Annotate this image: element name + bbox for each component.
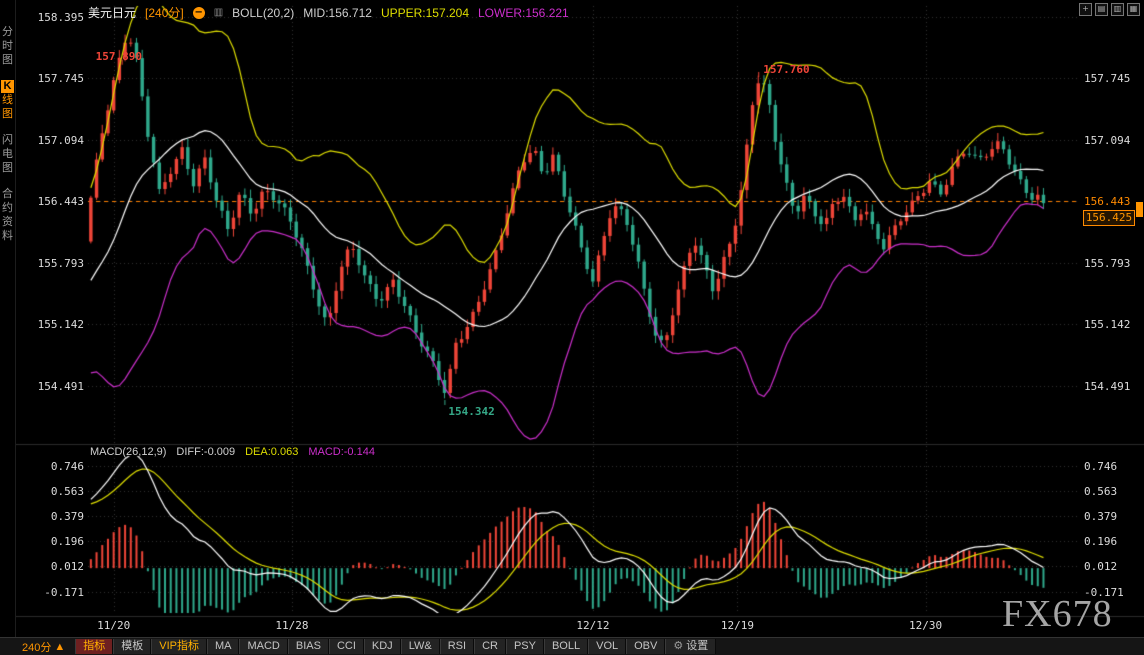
sidebar-item-char: 闪 bbox=[1, 134, 14, 147]
toolbar-tab-BOLL[interactable]: BOLL bbox=[544, 639, 588, 654]
macd-name: MACD(26,12,9) bbox=[90, 446, 166, 458]
window-icons: +▤▥▦ bbox=[1079, 3, 1140, 16]
toolbar-tab-模板[interactable]: 模板 bbox=[113, 639, 151, 654]
indicator-style-icon: ▥ bbox=[214, 7, 223, 18]
toolbar-tab-CR[interactable]: CR bbox=[474, 639, 506, 654]
toolbar-tab-OBV[interactable]: OBV bbox=[626, 639, 665, 654]
add-window-icon[interactable]: + bbox=[1079, 3, 1092, 16]
chart-canvas[interactable] bbox=[0, 0, 1144, 655]
macd-diff-value: DIFF:-0.009 bbox=[176, 446, 235, 458]
sidebar-item-kline-chart[interactable]: K线图 bbox=[1, 80, 14, 121]
bottom-toolbar: 240分 ▲ 指标模板VIP指标MAMACDBIASCCIKDJLW&RSICR… bbox=[0, 637, 1144, 655]
toolbar-tab-指标[interactable]: 指标 bbox=[75, 639, 113, 654]
sidebar-item-char: 合 bbox=[1, 188, 14, 201]
chart-app: 分时图K线图闪电图合约资料 美元日元 [240分] − ▥ BOLL(20,2)… bbox=[0, 0, 1144, 655]
layout-single-icon[interactable]: ▤ bbox=[1095, 3, 1108, 16]
toolbar-tab-BIAS[interactable]: BIAS bbox=[288, 639, 329, 654]
macd-dea-value: DEA:0.063 bbox=[245, 446, 298, 458]
left-sidebar: 分时图K线图闪电图合约资料 bbox=[0, 0, 16, 638]
toolbar-tab-设置[interactable]: ⚙设置 bbox=[665, 639, 716, 654]
sidebar-item-char: 电 bbox=[1, 148, 14, 161]
period-badge: [240分] bbox=[145, 4, 184, 21]
sidebar-item-flash-chart[interactable]: 闪电图 bbox=[1, 134, 14, 175]
toolbar-tab-RSI[interactable]: RSI bbox=[440, 639, 474, 654]
toolbar-tab-PSY[interactable]: PSY bbox=[506, 639, 544, 654]
layout-split-icon[interactable]: ▥ bbox=[1111, 3, 1124, 16]
toolbar-tab-MACD[interactable]: MACD bbox=[239, 639, 287, 654]
sidebar-item-char: K bbox=[1, 80, 14, 93]
last-price-marker bbox=[1136, 202, 1143, 217]
sidebar-item-char: 分 bbox=[1, 26, 14, 39]
macd-value: MACD:-0.144 bbox=[308, 446, 375, 458]
boll-lower-value: LOWER:156.221 bbox=[478, 6, 569, 20]
boll-upper-value: UPPER:157.204 bbox=[381, 6, 469, 20]
collapse-icon[interactable]: − bbox=[193, 7, 205, 19]
sidebar-item-char: 时 bbox=[1, 40, 14, 53]
last-price-box: 156.425 bbox=[1083, 210, 1135, 226]
sidebar-item-char: 图 bbox=[1, 162, 14, 175]
layout-grid-icon[interactable]: ▦ bbox=[1127, 3, 1140, 16]
chart-legend: 美元日元 [240分] − ▥ BOLL(20,2) MID:156.712 U… bbox=[88, 4, 569, 21]
macd-legend: MACD(26,12,9) DIFF:-0.009 DEA:0.063 MACD… bbox=[90, 446, 375, 458]
toolbar-tabs: 指标模板VIP指标MAMACDBIASCCIKDJLW&RSICRPSYBOLL… bbox=[75, 639, 716, 654]
boll-mid-value: MID:156.712 bbox=[303, 6, 372, 20]
sidebar-item-contract-info[interactable]: 合约资料 bbox=[1, 188, 14, 243]
toolbar-tab-VOL[interactable]: VOL bbox=[588, 639, 626, 654]
toolbar-tab-LW&[interactable]: LW& bbox=[401, 639, 440, 654]
period-arrow-icon: ▲ bbox=[54, 641, 65, 653]
symbol-title: 美元日元 bbox=[88, 4, 136, 21]
watermark: FX678 bbox=[1002, 592, 1113, 636]
sidebar-item-char: 线 bbox=[1, 94, 14, 107]
period-label: 240分 bbox=[22, 639, 51, 655]
sidebar-item-char: 图 bbox=[1, 54, 14, 67]
toolbar-tab-MA[interactable]: MA bbox=[207, 639, 240, 654]
sidebar-item-time-chart[interactable]: 分时图 bbox=[1, 26, 14, 67]
sidebar-item-char: 资 bbox=[1, 216, 14, 229]
sidebar-item-char: 图 bbox=[1, 108, 14, 121]
toolbar-tab-CCI[interactable]: CCI bbox=[329, 639, 364, 654]
gear-icon: ⚙ bbox=[673, 640, 683, 652]
toolbar-tab-VIP指标[interactable]: VIP指标 bbox=[151, 639, 207, 654]
sidebar-item-char: 料 bbox=[1, 230, 14, 243]
boll-label: BOLL(20,2) bbox=[232, 6, 294, 20]
sidebar-item-char: 约 bbox=[1, 202, 14, 215]
toolbar-tab-KDJ[interactable]: KDJ bbox=[364, 639, 401, 654]
period-selector[interactable]: 240分 ▲ bbox=[22, 639, 65, 655]
